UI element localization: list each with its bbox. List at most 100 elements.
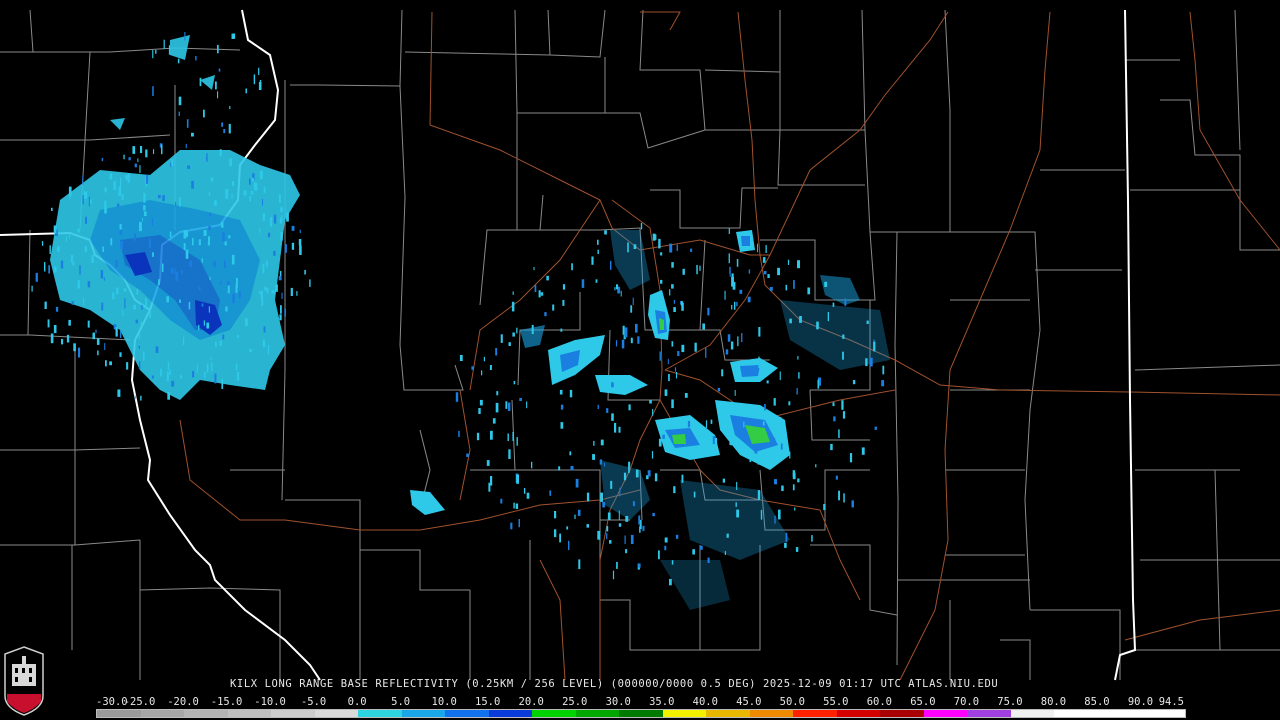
legend-label: 15.0 xyxy=(475,696,501,708)
speckle xyxy=(88,196,90,207)
speckle xyxy=(687,420,691,428)
color-scale-bar xyxy=(96,709,1186,718)
speckle xyxy=(792,470,796,477)
speckle xyxy=(223,129,226,134)
speckle xyxy=(558,466,561,471)
speckle xyxy=(143,351,145,361)
speckle xyxy=(57,246,60,252)
speckle xyxy=(671,262,674,268)
speckle xyxy=(478,408,481,414)
speckle xyxy=(61,338,64,345)
speckle xyxy=(87,320,90,328)
legend-color-block xyxy=(662,710,707,717)
speckle xyxy=(187,165,190,169)
speckle xyxy=(869,357,873,367)
speckle xyxy=(523,488,526,494)
speckle xyxy=(610,260,612,270)
speckle xyxy=(651,451,654,459)
speckle xyxy=(669,243,673,253)
speckle xyxy=(280,231,283,241)
speckle xyxy=(280,206,283,213)
speckle xyxy=(508,402,511,411)
speckle xyxy=(163,39,165,49)
speckle xyxy=(178,96,182,106)
speckle xyxy=(231,181,235,187)
speckle xyxy=(280,305,282,314)
speckle xyxy=(49,245,51,254)
speckle xyxy=(227,285,230,294)
speckle xyxy=(760,509,763,520)
speckle xyxy=(600,492,604,502)
speckle xyxy=(673,486,676,494)
speckle xyxy=(789,318,792,324)
speckle xyxy=(195,56,197,61)
speckle xyxy=(215,341,217,347)
speckle xyxy=(140,146,143,154)
speckle xyxy=(632,501,635,507)
speckle xyxy=(186,119,189,128)
speckle xyxy=(136,289,138,295)
speckle xyxy=(635,323,638,333)
speckle xyxy=(215,81,217,90)
speckle xyxy=(817,379,820,389)
speckle xyxy=(507,433,509,441)
speckle xyxy=(830,443,833,451)
speckle xyxy=(799,316,802,323)
speckle xyxy=(459,355,463,361)
speckle xyxy=(815,464,817,468)
speckle xyxy=(466,453,469,457)
speckle xyxy=(140,321,142,326)
speckle xyxy=(219,149,222,157)
speckle xyxy=(53,225,57,234)
speckle xyxy=(231,254,235,265)
speckle xyxy=(736,301,738,307)
speckle xyxy=(797,478,800,483)
speckle xyxy=(105,360,107,367)
speckle xyxy=(762,421,765,426)
speckle xyxy=(724,290,726,300)
speckle xyxy=(627,242,629,253)
legend-color-block xyxy=(1054,710,1098,717)
speckle xyxy=(624,535,626,544)
speckle xyxy=(842,351,844,360)
speckle xyxy=(798,372,800,379)
speckle xyxy=(219,340,222,346)
speckle xyxy=(662,434,665,439)
speckle xyxy=(559,533,561,543)
speckle xyxy=(762,257,766,263)
speckle xyxy=(630,305,633,313)
legend-color-block xyxy=(749,710,794,717)
speckle xyxy=(549,490,552,496)
speckle xyxy=(299,229,301,234)
speckle xyxy=(638,563,641,568)
speckle xyxy=(253,74,256,85)
legend-color-block xyxy=(880,710,924,717)
speckle xyxy=(68,319,71,326)
speckle xyxy=(574,514,576,519)
speckle xyxy=(769,287,773,291)
speckle xyxy=(304,270,306,275)
speckle xyxy=(245,318,248,326)
speckle xyxy=(149,311,151,319)
speckle xyxy=(649,399,652,404)
speckle xyxy=(597,239,599,245)
speckle xyxy=(238,291,241,299)
speckle xyxy=(118,186,122,196)
legend-label: 0.0 xyxy=(347,696,367,708)
speckle xyxy=(766,380,769,384)
legend-label: 55.0 xyxy=(823,696,849,708)
speckle xyxy=(694,342,697,352)
speckle xyxy=(622,325,625,335)
speckle xyxy=(659,351,661,361)
speckle xyxy=(749,457,752,463)
speckle xyxy=(592,454,595,460)
speckle xyxy=(198,239,201,246)
speckle xyxy=(217,91,219,99)
speckle xyxy=(540,292,544,296)
speckle xyxy=(754,448,758,454)
speckle xyxy=(68,186,72,196)
speckle xyxy=(624,327,628,338)
speckle xyxy=(152,252,154,257)
speckle xyxy=(281,292,283,299)
speckle xyxy=(739,289,743,294)
